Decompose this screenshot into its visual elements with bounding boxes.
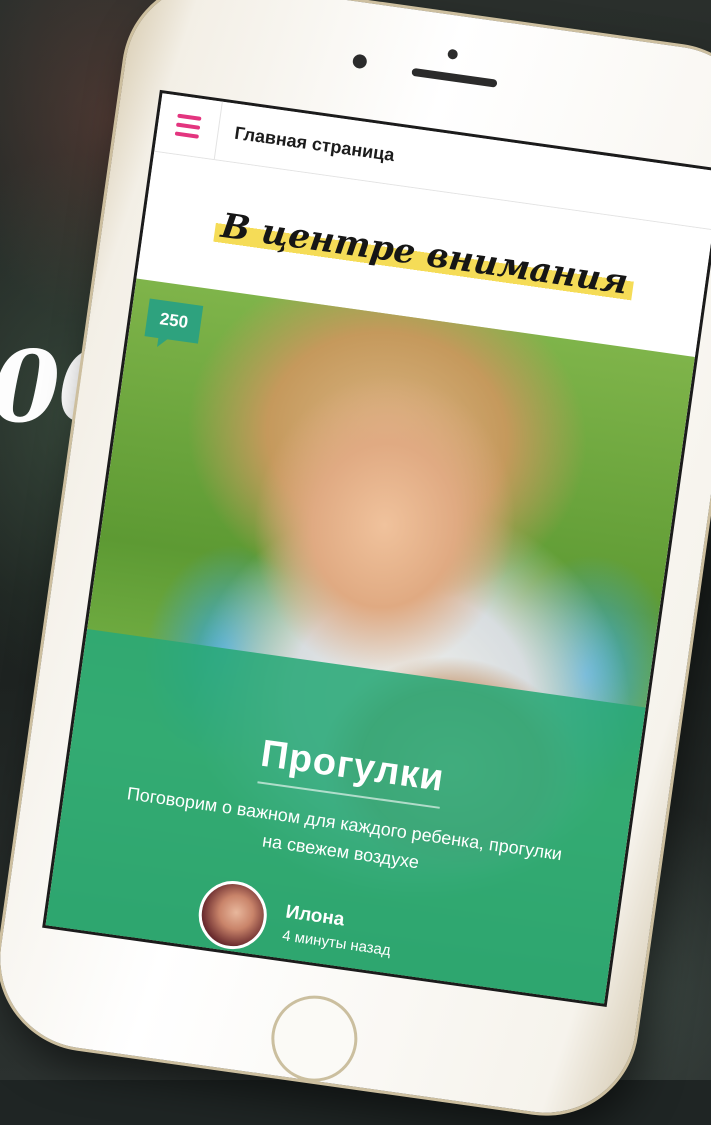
hamburger-menu-icon[interactable] <box>154 93 223 160</box>
author-info: Илона 4 минуты назад <box>281 901 395 959</box>
section-heading: В центре внимания <box>212 205 637 304</box>
phone-screen: Главная страница В центре внимания 250 П… <box>42 89 711 1007</box>
menu-line <box>174 131 200 139</box>
featured-post-card[interactable]: 250 Прогулки Поговорим о важном для кажд… <box>45 278 695 1005</box>
post-title[interactable]: Прогулки <box>256 732 448 809</box>
author-avatar[interactable] <box>194 876 272 954</box>
phone-sensor <box>447 48 459 60</box>
menu-line <box>175 122 201 130</box>
post-description: Поговорим о важном для каждого ребенка, … <box>125 783 564 873</box>
home-button[interactable] <box>265 990 363 1088</box>
phone-speaker <box>411 67 498 88</box>
post-author[interactable]: Илона 4 минуты назад <box>194 876 397 972</box>
menu-line <box>177 113 202 121</box>
post-overlay: Прогулки Поговорим о важном для каждого … <box>45 629 646 1005</box>
comments-count-badge[interactable]: 250 <box>144 298 204 344</box>
page-title: Главная страница <box>233 122 396 165</box>
phone-camera <box>351 53 368 70</box>
